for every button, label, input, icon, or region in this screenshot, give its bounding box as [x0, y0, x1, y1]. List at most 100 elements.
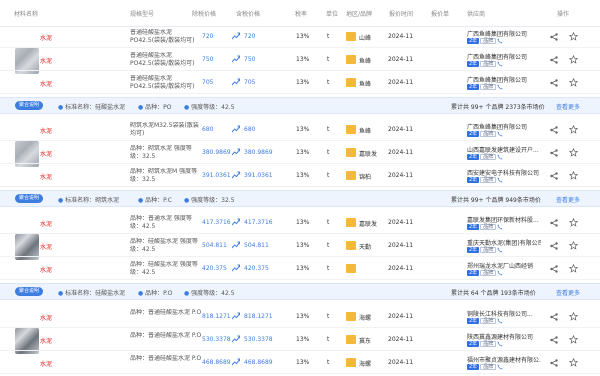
tax-price[interactable]: 417.3716	[202, 219, 231, 226]
trend-icon[interactable]	[232, 312, 240, 320]
supplier-name[interactable]: 铜陵长江科技有限公司...	[467, 309, 541, 318]
share-icon[interactable]	[550, 126, 558, 134]
aggregate-explain-button[interactable]: 聚合说明	[15, 287, 44, 296]
table-row[interactable]: 水泥 普通硅酸盐水泥PO42.5(袋装/散装均可) 750 750 13% t 鱼峰 2024…	[0, 50, 600, 71]
view-more-link[interactable]: 查看更多	[556, 195, 580, 204]
trend-icon[interactable]	[232, 125, 240, 133]
incl-price[interactable]: 720	[244, 33, 255, 40]
aggregate-explain-button[interactable]: 聚合说明	[15, 101, 44, 110]
star-icon[interactable]	[569, 218, 578, 227]
trend-icon[interactable]	[232, 171, 240, 179]
star-icon[interactable]	[569, 125, 578, 134]
supplier-name[interactable]: 广西鱼峰集团有限公司	[467, 122, 541, 131]
brand-name[interactable]: 锦柏	[359, 172, 371, 181]
brand-name[interactable]: 海螺	[359, 313, 371, 322]
view-more-link[interactable]: 查看更多	[556, 102, 580, 111]
tax-price[interactable]: 705	[202, 79, 213, 86]
incl-price[interactable]: 705	[244, 79, 255, 86]
tax-price[interactable]: 750	[202, 56, 213, 63]
share-icon[interactable]	[550, 149, 558, 157]
phone-icon[interactable]	[497, 38, 503, 44]
phone-icon[interactable]	[497, 318, 503, 324]
phone-icon[interactable]	[497, 177, 503, 183]
trend-icon[interactable]	[232, 218, 240, 226]
incl-price[interactable]: 818.1271	[244, 313, 273, 320]
share-icon[interactable]	[550, 172, 558, 180]
share-icon[interactable]	[550, 79, 558, 87]
star-icon[interactable]	[569, 335, 578, 344]
share-icon[interactable]	[550, 219, 558, 227]
material-name[interactable]: 水泥	[40, 79, 52, 88]
phone-icon[interactable]	[497, 154, 503, 160]
supplier-name[interactable]: 山西嘉联发建筑建设开户...	[467, 145, 541, 154]
brand-name[interactable]: 天勤	[359, 242, 371, 251]
table-row[interactable]: 水泥 品种：硅酸盐水泥 强度等级：42.5 420.375 420.375 13% t 20…	[0, 259, 600, 280]
supplier-name[interactable]: 广西鱼峰集团有限公司	[467, 75, 541, 84]
material-name[interactable]: 水泥	[40, 172, 52, 181]
tax-price[interactable]: 420.375	[202, 265, 227, 272]
tax-price[interactable]: 391.0361	[202, 172, 231, 179]
table-row[interactable]: 水泥 普通硅酸盐水泥PO42.5(袋装/散装均可) 720 720 13% t 山峰 2024…	[0, 27, 600, 48]
material-name[interactable]: 水泥	[40, 242, 52, 251]
supplier-name[interactable]: 广西鱼峰集团有限公司	[467, 29, 541, 38]
material-name[interactable]: 水泥	[40, 313, 52, 322]
brand-name[interactable]: 嘉联发	[359, 219, 377, 228]
view-more-link[interactable]: 查看更多	[556, 288, 580, 297]
aggregate-explain-button[interactable]: 聚合说明	[15, 194, 44, 203]
tax-price[interactable]: 504.811	[202, 242, 227, 249]
share-icon[interactable]	[550, 313, 558, 321]
supplier-name[interactable]: 重庆天勤水泥(集团)有限公司	[467, 238, 541, 247]
trend-icon[interactable]	[232, 55, 240, 63]
share-icon[interactable]	[550, 265, 558, 273]
material-name[interactable]: 水泥	[40, 265, 52, 274]
phone-icon[interactable]	[497, 224, 503, 230]
star-icon[interactable]	[569, 55, 578, 64]
incl-price[interactable]: 680	[244, 126, 255, 133]
phone-icon[interactable]	[497, 364, 503, 370]
incl-price[interactable]: 417.3716	[244, 219, 273, 226]
incl-price[interactable]: 504.811	[244, 242, 269, 249]
brand-name[interactable]: 山峰	[359, 33, 371, 42]
supplier-name[interactable]: 陕西冀鑫源建材有限公司	[467, 332, 541, 341]
trend-icon[interactable]	[232, 358, 240, 366]
incl-price[interactable]: 530.3378	[244, 336, 273, 343]
brand-name[interactable]: 海螺	[359, 359, 371, 368]
share-icon[interactable]	[550, 359, 558, 367]
star-icon[interactable]	[569, 264, 578, 273]
material-name[interactable]: 水泥	[40, 359, 52, 368]
tax-price[interactable]: 720	[202, 33, 213, 40]
material-name[interactable]: 水泥	[40, 33, 52, 42]
star-icon[interactable]	[569, 171, 578, 180]
phone-icon[interactable]	[497, 341, 503, 347]
star-icon[interactable]	[569, 241, 578, 250]
trend-icon[interactable]	[232, 148, 240, 156]
phone-icon[interactable]	[497, 131, 503, 137]
table-row[interactable]: 水泥 品种：砌筑水泥M 强度等级：32.5 391.0361 391.0361 13% t…	[0, 166, 600, 187]
star-icon[interactable]	[569, 78, 578, 87]
supplier-name[interactable]: 福州市聚贞源鑫建材有限公...	[467, 355, 541, 364]
share-icon[interactable]	[550, 336, 558, 344]
tax-price[interactable]: 680	[202, 126, 213, 133]
trend-icon[interactable]	[232, 32, 240, 40]
incl-price[interactable]: 750	[244, 56, 255, 63]
incl-price[interactable]: 391.0361	[244, 172, 273, 179]
material-name[interactable]: 水泥	[40, 126, 52, 135]
brand-name[interactable]: 嘉联发	[359, 149, 377, 158]
tax-price[interactable]: 380.9869	[202, 149, 231, 156]
tax-price[interactable]: 530.3378	[202, 336, 231, 343]
material-name[interactable]: 水泥	[40, 336, 52, 345]
phone-icon[interactable]	[497, 61, 503, 67]
table-row[interactable]: 水泥 品种：普通硅酸盐水泥 P.O 818.1271 818.1271 13% t 海螺 20…	[0, 307, 600, 328]
table-row[interactable]: 水泥 品种：普通硅酸盐水泥 P.O 530.3378 530.3378 13% t 冀东 20…	[0, 330, 600, 351]
phone-icon[interactable]	[497, 247, 503, 253]
share-icon[interactable]	[550, 242, 558, 250]
material-name[interactable]: 水泥	[40, 56, 52, 65]
share-icon[interactable]	[550, 33, 558, 41]
tax-price[interactable]: 468.8689	[202, 359, 231, 366]
trend-icon[interactable]	[232, 335, 240, 343]
incl-price[interactable]: 468.8689	[244, 359, 273, 366]
table-row[interactable]: 水泥 品种：砌筑水泥 强度等级：32.5 380.9869 380.9869 13% t 嘉…	[0, 143, 600, 164]
material-name[interactable]: 水泥	[40, 219, 52, 228]
phone-icon[interactable]	[497, 84, 503, 90]
supplier-name[interactable]: 嘉联发集团环保新材料股...	[467, 215, 541, 224]
